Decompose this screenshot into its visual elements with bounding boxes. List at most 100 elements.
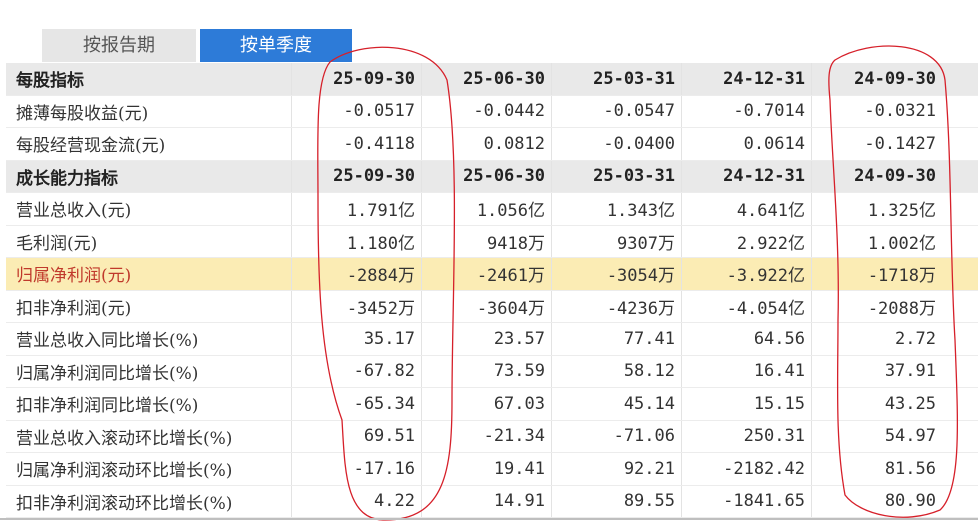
- period-date-header: 24-09-30: [854, 166, 936, 187]
- value-cell: -4236万: [552, 290, 682, 322]
- value-cell: 0.0812: [422, 128, 552, 160]
- value-cell: 9307万: [552, 225, 682, 257]
- value-cell: -67.82: [292, 355, 422, 387]
- value-cell: 1.180亿: [292, 225, 422, 257]
- row-label: 营业总收入同比增长(%): [6, 323, 292, 355]
- value-cell: 1.056亿: [422, 193, 552, 225]
- section-title: 每股指标: [6, 63, 292, 95]
- period-date-header: 25-03-31: [552, 160, 682, 192]
- row-label: 毛利润(元): [6, 225, 292, 257]
- value-cell: 1.343亿: [552, 193, 682, 225]
- value-cell: -3.922亿: [682, 258, 812, 290]
- value-cell: 64.56: [682, 323, 812, 355]
- value-cell: 1.002亿: [867, 233, 936, 254]
- value-cell: -65.34: [292, 388, 422, 420]
- value-cell: -21.34: [422, 420, 552, 452]
- period-date-header: 25-09-30: [292, 160, 422, 192]
- period-date-header: 25-03-31: [552, 63, 682, 95]
- value-cell: 58.12: [552, 355, 682, 387]
- value-cell: 77.41: [552, 323, 682, 355]
- section-title: 成长能力指标: [6, 160, 292, 192]
- table-row[interactable]: 扣非净利润同比增长(%) -65.34 67.03 45.14 15.15 43.25: [6, 388, 978, 421]
- value-cell: -0.0321: [864, 101, 936, 122]
- table-row[interactable]: 营业总收入(元) 1.791亿 1.056亿 1.343亿 4.641亿 1.325亿: [6, 193, 978, 226]
- section-header-row: 成长能力指标 25-09-30 25-06-30 25-03-31 24-12-31 24…: [6, 160, 978, 193]
- value-cell: 19.41: [422, 453, 552, 485]
- row-label: 归属净利润滚动环比增长(%): [6, 453, 292, 485]
- table-row[interactable]: 归属净利润(元) -2884万 -2461万 -3054万 -3.922亿 -1718万: [6, 258, 978, 291]
- table-row[interactable]: 扣非净利润(元) -3452万 -3604万 -4236万 -4.054亿 -2088万: [6, 290, 978, 323]
- value-cell: -0.4118: [292, 128, 422, 160]
- period-date-header: 25-09-30: [292, 63, 422, 95]
- table-row[interactable]: 每股经营现金流(元) -0.4118 0.0812 -0.0400 0.0614 -0.1…: [6, 128, 978, 161]
- value-cell: 2.922亿: [682, 225, 812, 257]
- period-tabs: 按报告期 按单季度: [42, 29, 352, 62]
- value-cell: -0.0517: [292, 95, 422, 127]
- value-cell: 16.41: [682, 355, 812, 387]
- value-cell: 73.59: [422, 355, 552, 387]
- value-cell: 250.31: [682, 420, 812, 452]
- row-label: 每股经营现金流(元): [6, 128, 292, 160]
- value-cell: 4.22: [292, 485, 422, 517]
- period-date-header: 25-06-30: [422, 160, 552, 192]
- value-cell: -3604万: [422, 290, 552, 322]
- row-label: 营业总收入滚动环比增长(%): [6, 420, 292, 452]
- value-cell: 35.17: [292, 323, 422, 355]
- value-cell: -2461万: [422, 258, 552, 290]
- value-cell: -71.06: [552, 420, 682, 452]
- table-row[interactable]: 毛利润(元) 1.180亿 9418万 9307万 2.922亿 1.002亿: [6, 225, 978, 258]
- table-row[interactable]: 摊薄每股收益(元) -0.0517 -0.0442 -0.0547 -0.7014 -0.…: [6, 95, 978, 128]
- value-cell: 69.51: [292, 420, 422, 452]
- value-cell: -17.16: [292, 453, 422, 485]
- period-date-header: 24-12-31: [682, 160, 812, 192]
- row-label: 营业总收入(元): [6, 193, 292, 225]
- row-label: 摊薄每股收益(元): [6, 95, 292, 127]
- table-row[interactable]: 营业总收入滚动环比增长(%) 69.51 -21.34 -71.06 250.31 54.…: [6, 420, 978, 453]
- period-date-header: 24-09-30: [854, 68, 936, 89]
- value-cell: -3452万: [292, 290, 422, 322]
- value-cell: -0.0400: [552, 128, 682, 160]
- value-cell: 0.0614: [682, 128, 812, 160]
- value-cell: 45.14: [552, 388, 682, 420]
- table-row[interactable]: 归属净利润同比增长(%) -67.82 73.59 58.12 16.41 37.91: [6, 355, 978, 388]
- value-cell: 1.325亿: [867, 201, 936, 222]
- value-cell: -0.0442: [422, 95, 552, 127]
- value-cell: 89.55: [552, 485, 682, 517]
- value-cell: -0.0547: [552, 95, 682, 127]
- period-date-header: 25-06-30: [422, 63, 552, 95]
- value-cell: -3054万: [552, 258, 682, 290]
- value-cell: 15.15: [682, 388, 812, 420]
- row-label: 扣非净利润(元): [6, 290, 292, 322]
- value-cell: -2088万: [867, 298, 936, 319]
- value-cell: -0.7014: [682, 95, 812, 127]
- tab-by-quarter[interactable]: 按单季度: [200, 29, 352, 62]
- row-label: 扣非净利润滚动环比增长(%): [6, 485, 292, 517]
- value-cell: -2884万: [292, 258, 422, 290]
- section-header-row: 每股指标 25-09-30 25-06-30 25-03-31 24-12-31 24-0…: [6, 63, 978, 96]
- value-cell: -0.1427: [864, 133, 936, 154]
- row-label: 归属净利润同比增长(%): [6, 355, 292, 387]
- value-cell: 54.97: [884, 426, 936, 447]
- row-label: 扣非净利润同比增长(%): [6, 388, 292, 420]
- period-date-header: 24-12-31: [682, 63, 812, 95]
- value-cell: -1718万: [867, 266, 936, 287]
- value-cell: 43.25: [884, 393, 936, 414]
- table-row[interactable]: 营业总收入同比增长(%) 35.17 23.57 77.41 64.56 2.72: [6, 323, 978, 356]
- value-cell: -2182.42: [682, 453, 812, 485]
- value-cell: -1841.65: [682, 485, 812, 517]
- table-row[interactable]: 扣非净利润滚动环比增长(%) 4.22 14.91 89.55 -1841.65 80.9…: [6, 485, 978, 518]
- value-cell: 81.56: [884, 458, 936, 479]
- tab-by-report-period[interactable]: 按报告期: [42, 29, 196, 62]
- value-cell: 9418万: [422, 225, 552, 257]
- value-cell: 37.91: [884, 361, 936, 382]
- financial-indicators-table: 每股指标 25-09-30 25-06-30 25-03-31 24-12-31 24-0…: [6, 63, 978, 518]
- value-cell: 1.791亿: [292, 193, 422, 225]
- value-cell: 80.90: [884, 491, 936, 512]
- value-cell: 4.641亿: [682, 193, 812, 225]
- value-cell: 14.91: [422, 485, 552, 517]
- value-cell: 23.57: [422, 323, 552, 355]
- row-label: 归属净利润(元): [6, 258, 292, 290]
- table-row[interactable]: 归属净利润滚动环比增长(%) -17.16 19.41 92.21 -2182.42 81…: [6, 453, 978, 486]
- value-cell: 2.72: [895, 328, 936, 349]
- value-cell: 92.21: [552, 453, 682, 485]
